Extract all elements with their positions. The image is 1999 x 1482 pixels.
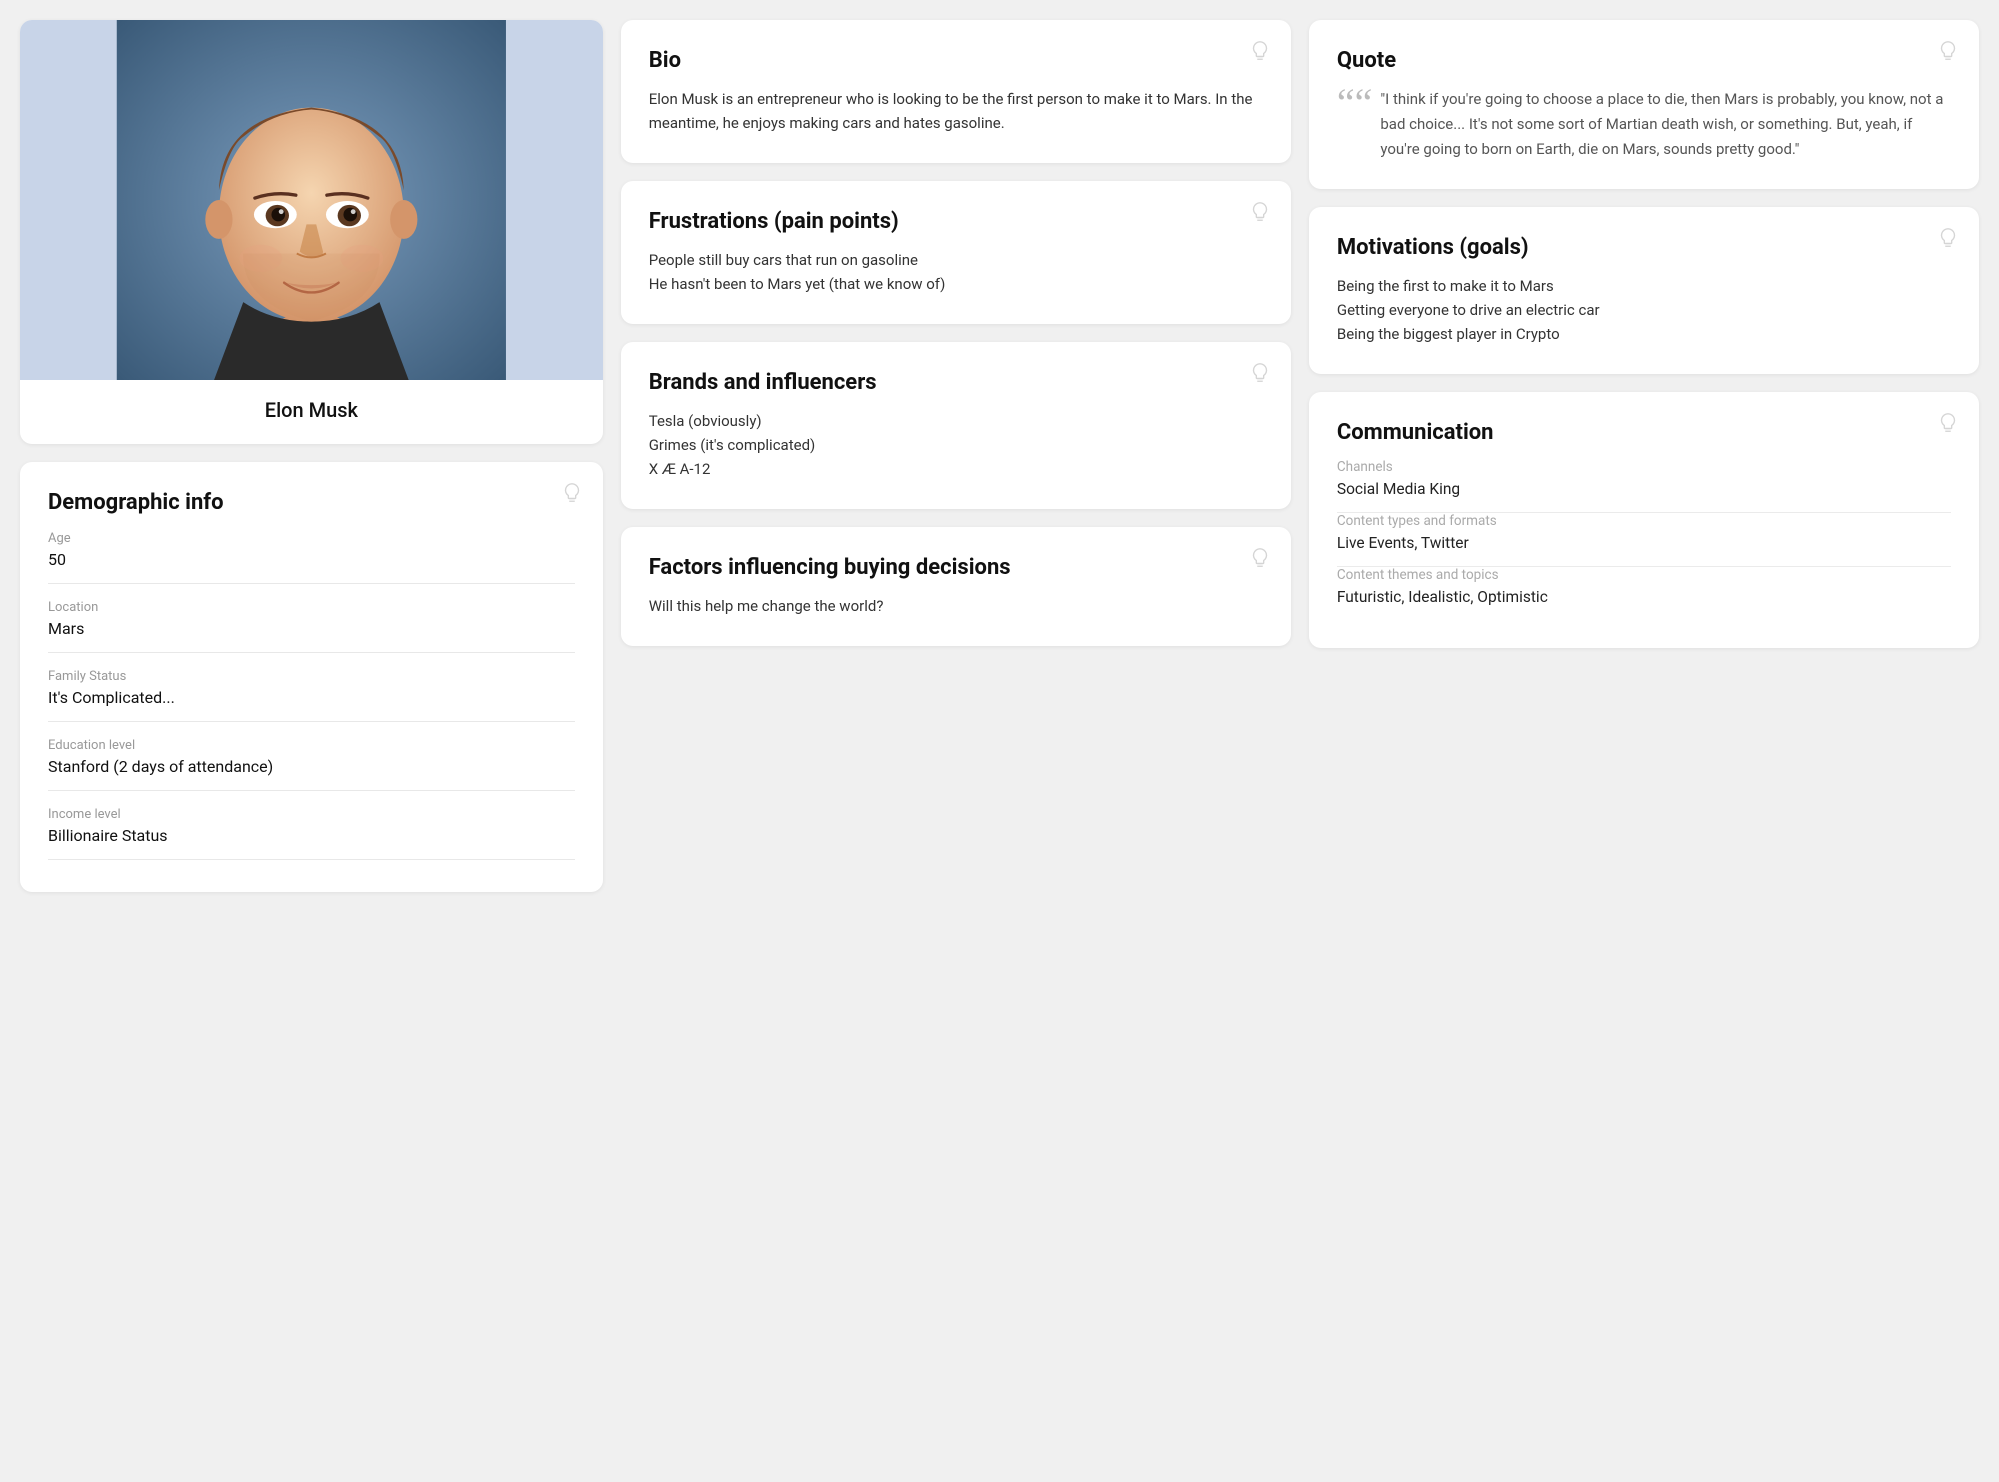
- motivations-card: Motivations (goals) Being the first to m…: [1309, 207, 1979, 374]
- bio-title: Bio: [649, 48, 1263, 73]
- profile-image: [20, 20, 603, 380]
- frustrations-text: People still buy cars that run on gasoli…: [649, 248, 1263, 296]
- content-themes-label: Content themes and topics: [1337, 567, 1951, 583]
- factors-title: Factors influencing buying decisions: [649, 555, 1263, 580]
- brands-title: Brands and influencers: [649, 370, 1263, 395]
- channels-label: Channels: [1337, 459, 1951, 475]
- quote-title: Quote: [1337, 48, 1951, 73]
- field-family-status: Family Status It's Complicated...: [48, 669, 575, 722]
- bio-text: Elon Musk is an entrepreneur who is look…: [649, 87, 1263, 135]
- quote-bulb-icon: [1937, 40, 1959, 62]
- channels-value: Social Media King: [1337, 480, 1951, 513]
- factors-card: Factors influencing buying decisions Wil…: [621, 527, 1291, 646]
- demographic-title: Demographic info: [48, 490, 575, 515]
- income-label: Income level: [48, 807, 575, 822]
- frustrations-title: Frustrations (pain points): [649, 209, 1263, 234]
- field-age: Age 50: [48, 531, 575, 584]
- location-label: Location: [48, 600, 575, 615]
- communication-title: Communication: [1337, 420, 1951, 445]
- frustrations-bulb-icon: [1249, 201, 1271, 223]
- quote-mark: ““: [1337, 87, 1373, 119]
- content-types-label: Content types and formats: [1337, 513, 1951, 529]
- factors-bulb-icon: [1249, 547, 1271, 569]
- quote-content: ““ "I think if you're going to choose a …: [1337, 87, 1951, 161]
- comm-channels-section: Channels Social Media King: [1337, 459, 1951, 513]
- profile-name: Elon Musk: [265, 380, 358, 444]
- quote-text: "I think if you're going to choose a pla…: [1380, 87, 1951, 161]
- left-column: Elon Musk Demographic info Age 50 Locati…: [20, 20, 603, 892]
- comm-content-types-section: Content types and formats Live Events, T…: [1337, 513, 1951, 567]
- quote-card: Quote ““ "I think if you're going to cho…: [1309, 20, 1979, 189]
- profile-card: Elon Musk: [20, 20, 603, 444]
- communication-bulb-icon: [1937, 412, 1959, 434]
- comm-themes-section: Content themes and topics Futuristic, Id…: [1337, 567, 1951, 620]
- motivations-text: Being the first to make it to Mars Getti…: [1337, 274, 1951, 346]
- bio-bulb-icon: [1249, 40, 1271, 62]
- motivations-bulb-icon: [1937, 227, 1959, 249]
- age-label: Age: [48, 531, 575, 546]
- education-label: Education level: [48, 738, 575, 753]
- content-themes-value: Futuristic, Idealistic, Optimistic: [1337, 588, 1951, 620]
- brands-card: Brands and influencers Tesla (obviously)…: [621, 342, 1291, 509]
- frustrations-card: Frustrations (pain points) People still …: [621, 181, 1291, 324]
- brands-bulb-icon: [1249, 362, 1271, 384]
- education-value: Stanford (2 days of attendance): [48, 757, 575, 791]
- factors-text: Will this help me change the world?: [649, 594, 1263, 618]
- right-column: Quote ““ "I think if you're going to cho…: [1309, 20, 1979, 892]
- family-label: Family Status: [48, 669, 575, 684]
- motivations-title: Motivations (goals): [1337, 235, 1951, 260]
- age-value: 50: [48, 550, 575, 584]
- demographic-card: Demographic info Age 50 Location Mars Fa…: [20, 462, 603, 892]
- income-value: Billionaire Status: [48, 826, 575, 860]
- location-value: Mars: [48, 619, 575, 653]
- bio-card: Bio Elon Musk is an entrepreneur who is …: [621, 20, 1291, 163]
- family-value: It's Complicated...: [48, 688, 575, 722]
- field-education: Education level Stanford (2 days of atte…: [48, 738, 575, 791]
- main-grid: Elon Musk Demographic info Age 50 Locati…: [20, 20, 1979, 892]
- profile-image-wrapper: [20, 20, 603, 380]
- content-types-value: Live Events, Twitter: [1337, 534, 1951, 567]
- communication-card: Communication Channels Social Media King…: [1309, 392, 1979, 648]
- bulb-icon: [561, 482, 583, 504]
- demographic-fields: Age 50 Location Mars Family Status It's …: [48, 531, 575, 860]
- middle-column: Bio Elon Musk is an entrepreneur who is …: [621, 20, 1291, 892]
- field-location: Location Mars: [48, 600, 575, 653]
- field-income: Income level Billionaire Status: [48, 807, 575, 860]
- brands-text: Tesla (obviously) Grimes (it's complicat…: [649, 409, 1263, 481]
